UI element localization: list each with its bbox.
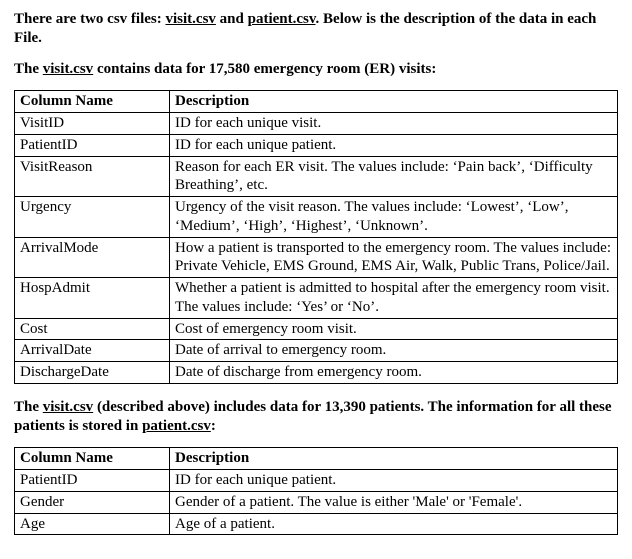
cell-description: ID for each unique patient. <box>170 134 618 156</box>
cell-colname: ArrivalMode <box>15 237 170 278</box>
table-row: VisitReasonReason for each ER visit. The… <box>15 156 618 197</box>
cell-description: Urgency of the visit reason. The values … <box>170 197 618 238</box>
cell-description: ID for each unique visit. <box>170 113 618 135</box>
cell-description: Date of discharge from emergency room. <box>170 362 618 384</box>
intro-file1: visit.csv <box>166 11 216 27</box>
intro-mid: and <box>216 11 248 27</box>
intro-paragraph: There are two csv files: visit.csv and p… <box>14 10 618 48</box>
patient-heading-prefix: The <box>14 399 43 415</box>
table-row: PatientIDID for each unique patient. <box>15 134 618 156</box>
cell-colname: ArrivalDate <box>15 340 170 362</box>
cell-description: Age of a patient. <box>170 513 618 535</box>
header-colname: Column Name <box>15 91 170 113</box>
table-row: ArrivalDateDate of arrival to emergency … <box>15 340 618 362</box>
table-row: HospAdmitWhether a patient is admitted t… <box>15 278 618 319</box>
cell-colname: VisitID <box>15 113 170 135</box>
cell-colname: HospAdmit <box>15 278 170 319</box>
patient-heading-file: visit.csv <box>43 399 93 415</box>
cell-colname: VisitReason <box>15 156 170 197</box>
table-header-row: Column Name Description <box>15 91 618 113</box>
cell-description: Cost of emergency room visit. <box>170 318 618 340</box>
visit-heading-prefix: The <box>14 61 43 77</box>
patient-heading-mid: (described above) includes data for 13,3… <box>14 399 612 434</box>
cell-colname: Gender <box>15 491 170 513</box>
cell-colname: PatientID <box>15 134 170 156</box>
table-row: DischargeDateDate of discharge from emer… <box>15 362 618 384</box>
patient-table: Column Name Description PatientIDID for … <box>14 447 618 535</box>
visit-heading-suffix: contains data for 17,580 emergency room … <box>93 61 436 77</box>
cell-colname: DischargeDate <box>15 362 170 384</box>
header-colname: Column Name <box>15 448 170 470</box>
visit-table: Column Name Description VisitIDID for ea… <box>14 90 618 384</box>
table-row: GenderGender of a patient. The value is … <box>15 491 618 513</box>
cell-colname: Cost <box>15 318 170 340</box>
cell-description: Reason for each ER visit. The values inc… <box>170 156 618 197</box>
cell-description: Gender of a patient. The value is either… <box>170 491 618 513</box>
cell-description: Date of arrival to emergency room. <box>170 340 618 362</box>
visit-heading: The visit.csv contains data for 17,580 e… <box>14 60 618 79</box>
intro-prefix: There are two csv files: <box>14 11 166 27</box>
table-header-row: Column Name Description <box>15 448 618 470</box>
cell-colname: Age <box>15 513 170 535</box>
cell-colname: PatientID <box>15 470 170 492</box>
header-description: Description <box>170 448 618 470</box>
header-description: Description <box>170 91 618 113</box>
visit-heading-file: visit.csv <box>43 61 93 77</box>
cell-description: ID for each unique patient. <box>170 470 618 492</box>
table-row: PatientIDID for each unique patient. <box>15 470 618 492</box>
cell-description: Whether a patient is admitted to hospita… <box>170 278 618 319</box>
table-row: ArrivalModeHow a patient is transported … <box>15 237 618 278</box>
patient-heading-suffix: : <box>211 418 216 434</box>
patient-heading-file2: patient.csv <box>142 418 211 434</box>
table-row: UrgencyUrgency of the visit reason. The … <box>15 197 618 238</box>
patient-heading: The visit.csv (described above) includes… <box>14 398 618 436</box>
table-row: AgeAge of a patient. <box>15 513 618 535</box>
table-row: CostCost of emergency room visit. <box>15 318 618 340</box>
cell-description: How a patient is transported to the emer… <box>170 237 618 278</box>
table-row: VisitIDID for each unique visit. <box>15 113 618 135</box>
cell-colname: Urgency <box>15 197 170 238</box>
intro-file2: patient.csv <box>248 11 316 27</box>
